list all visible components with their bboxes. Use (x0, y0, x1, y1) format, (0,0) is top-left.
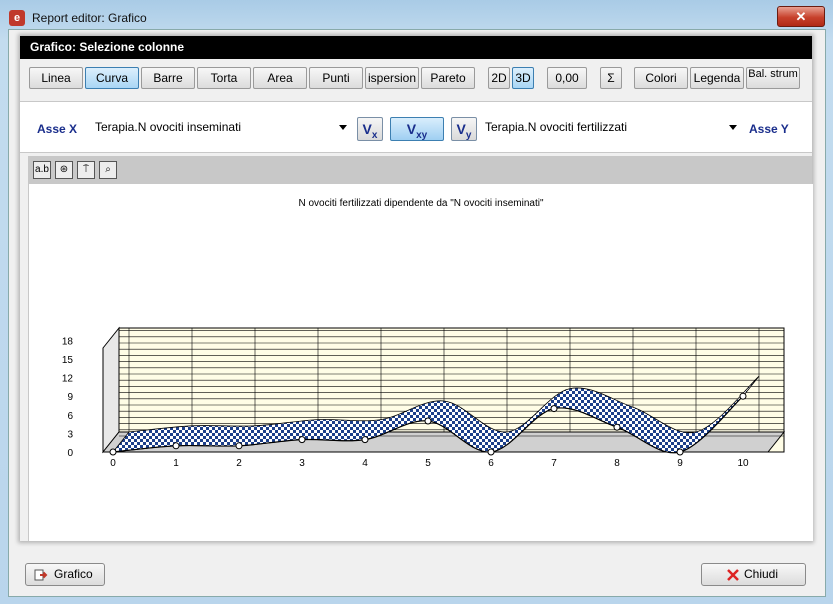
data-point (424, 417, 432, 425)
x-tick-label: 6 (488, 458, 494, 469)
decimals-button[interactable]: 0,00 (547, 67, 587, 89)
y-tick-label: 6 (67, 411, 73, 422)
y-tick-label: 18 (62, 336, 74, 347)
x-tick-label: 4 (362, 458, 368, 469)
chart-type-punti-button[interactable]: Punti (309, 67, 363, 89)
data-point (613, 423, 621, 431)
x-axis-selected-value: Terapia.N ovociti inseminati (95, 120, 242, 134)
data-point (361, 436, 369, 444)
x-tick-label: 10 (737, 458, 749, 469)
data-point (550, 405, 558, 413)
data-point (109, 448, 117, 456)
y-tick-label: 9 (67, 392, 73, 403)
data-point (172, 442, 180, 450)
chart-panel: Grafico: Selezione colonne Linea Curva B… (20, 36, 813, 541)
x-tick-label: 0 (110, 458, 116, 469)
y-tick-label: 15 (62, 355, 74, 366)
chart-svg: 03691215180 1 2 3 4 5 6 7 8 9 10 (62, 326, 786, 469)
close-button[interactable]: Chiudi (701, 563, 806, 586)
data-point (676, 448, 684, 456)
axis-selector-row: Asse X Terapia.N ovociti inseminati Vx V… (20, 101, 812, 153)
x-axis-column-select[interactable]: Terapia.N ovociti inseminati (91, 117, 353, 139)
close-button-label: Chiudi (744, 567, 779, 581)
y-axis-label: Asse Y (749, 122, 789, 136)
toolbar-toggle-button[interactable]: Bal. strum (746, 67, 800, 89)
chevron-down-icon (729, 125, 737, 130)
sum-button[interactable]: Σ (600, 67, 622, 89)
colors-button[interactable]: Colori (634, 67, 688, 89)
export-arrow-icon (34, 569, 48, 581)
x-tick-label: 9 (677, 458, 683, 469)
chart-tools-bar: a.b ⊛ ⍑ ⌕ (28, 156, 812, 184)
x-tick-label: 7 (551, 458, 557, 469)
text-tool-icon[interactable]: a.b (33, 161, 51, 179)
dialog-client: Grafico: Selezione colonne Linea Curva B… (8, 29, 826, 597)
x-tick-label: 8 (614, 458, 620, 469)
data-point (235, 442, 243, 450)
vxy-button[interactable]: Vxy (390, 117, 444, 141)
pointer-tool-icon[interactable]: ⍑ (77, 161, 95, 179)
close-x-icon (727, 569, 739, 581)
chart-type-barre-button[interactable]: Barre (141, 67, 195, 89)
window-title: Report editor: Grafico (32, 11, 147, 25)
chart-type-linea-button[interactable]: Linea (29, 67, 83, 89)
view-3d-button[interactable]: 3D (512, 67, 534, 89)
x-tick-label: 1 (173, 458, 179, 469)
x-axis-label: Asse X (37, 122, 78, 136)
y-tick-label: 12 (62, 374, 74, 385)
chevron-down-icon (339, 125, 347, 130)
chart-area: N ovociti fertilizzati dipendente da "N … (28, 184, 813, 541)
x-tick-label: 2 (236, 458, 242, 469)
x-tick-label: 5 (425, 458, 431, 469)
app-window: e Report editor: Grafico ✕ Grafico: Sele… (0, 0, 833, 604)
x-tick-label: 3 (299, 458, 305, 469)
data-point (739, 392, 747, 400)
y-axis-selected-value: Terapia.N ovociti fertilizzati (485, 120, 628, 134)
panel-header: Grafico: Selezione colonne (20, 36, 812, 59)
chart-type-torta-button[interactable]: Torta (197, 67, 251, 89)
data-point (487, 448, 495, 456)
vy-button[interactable]: Vy (451, 117, 477, 141)
data-point (298, 436, 306, 444)
y-axis-column-select[interactable]: Terapia.N ovociti fertilizzati (481, 117, 743, 139)
chart-type-curva-button[interactable]: Curva (85, 67, 139, 89)
window-close-button[interactable]: ✕ (777, 6, 825, 27)
chart-type-dispersion-button[interactable]: ispersion (365, 67, 419, 89)
magnifier-icon[interactable]: ⌕ (99, 161, 117, 179)
zoom-globe-icon[interactable]: ⊛ (55, 161, 73, 179)
chart-type-pareto-button[interactable]: Pareto (421, 67, 475, 89)
app-icon: e (9, 10, 25, 26)
vx-button[interactable]: Vx (357, 117, 383, 141)
legend-button[interactable]: Legenda (690, 67, 744, 89)
chart-button-label: Grafico (54, 567, 93, 581)
y-tick-label: 3 (67, 429, 73, 440)
chart-type-area-button[interactable]: Area (253, 67, 307, 89)
chart-button[interactable]: Grafico (25, 563, 105, 586)
y-tick-label: 0 (67, 448, 73, 459)
view-2d-button[interactable]: 2D (488, 67, 510, 89)
chart-left-wall (102, 326, 120, 454)
